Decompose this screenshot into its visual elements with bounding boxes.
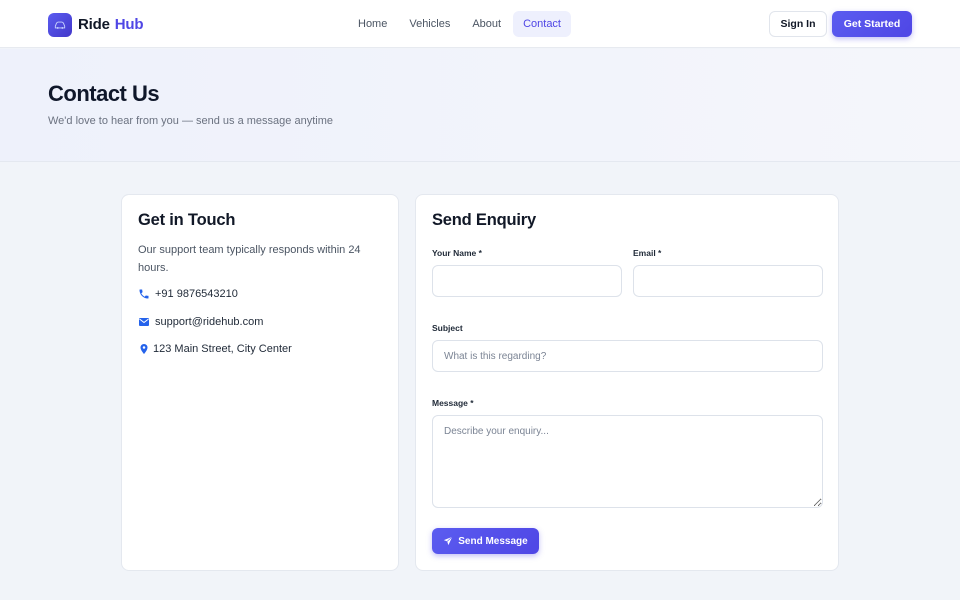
brand-name: Ride Hub: [78, 16, 143, 33]
contact-info-title: Get in Touch: [138, 211, 236, 229]
contact-info-description: Our support team typically responds with…: [138, 244, 361, 274]
map-pin-icon: [140, 344, 148, 354]
brand-logo-link[interactable]: Ride Hub: [48, 12, 143, 37]
get-started-button[interactable]: Get Started: [832, 11, 912, 37]
contact-phone-text: +91 9876543210: [155, 288, 238, 300]
contact-phone-row: +91 9876543210: [138, 288, 238, 300]
nav-link-home[interactable]: Home: [348, 11, 397, 37]
car-logo-icon: [48, 12, 72, 37]
name-field-label: Your Name *: [432, 248, 482, 258]
send-message-label: Send Message: [458, 535, 528, 547]
nav-link-vehicles[interactable]: Vehicles: [399, 11, 460, 37]
contact-address-text: 123 Main Street, City Center: [153, 343, 292, 355]
contact-address-row: 123 Main Street, City Center: [138, 343, 292, 355]
email-input[interactable]: [633, 265, 823, 297]
contact-email-row: support@ridehub.com: [138, 316, 263, 328]
enquiry-form-card: Send Enquiry Your Name * Email * Subject…: [415, 194, 839, 571]
brand-name-part2: Hub: [114, 16, 144, 33]
brand-name-part1: Ride: [78, 16, 110, 33]
top-navbar: Ride Hub Home Vehicles About Contact Sign…: [0, 0, 960, 48]
page-hero: Contact Us We'd love to hear from you — …: [0, 49, 960, 162]
page-subtitle: We'd love to hear from you — send us a m…: [48, 115, 333, 127]
email-field-label: Email *: [633, 248, 662, 258]
contact-email-text: support@ridehub.com: [155, 316, 264, 328]
message-textarea[interactable]: [432, 415, 823, 508]
contact-info-card: Get in Touch Our support team typically …: [121, 194, 399, 571]
nav-link-contact[interactable]: Contact: [513, 11, 571, 37]
enquiry-form-title: Send Enquiry: [432, 211, 536, 229]
sign-in-button[interactable]: Sign In: [769, 11, 827, 37]
nav-link-about[interactable]: About: [462, 11, 511, 37]
subject-input[interactable]: [432, 340, 823, 372]
subject-field-label: Subject: [432, 323, 463, 333]
name-input[interactable]: [432, 265, 622, 297]
page-title: Contact Us: [48, 81, 160, 106]
send-message-button[interactable]: Send Message: [432, 528, 539, 554]
message-field-label: Message *: [432, 398, 474, 408]
main-nav: Home Vehicles About Contact: [348, 11, 573, 37]
envelope-icon: [139, 318, 149, 326]
paper-plane-icon: [444, 536, 453, 546]
phone-icon: [139, 289, 149, 299]
